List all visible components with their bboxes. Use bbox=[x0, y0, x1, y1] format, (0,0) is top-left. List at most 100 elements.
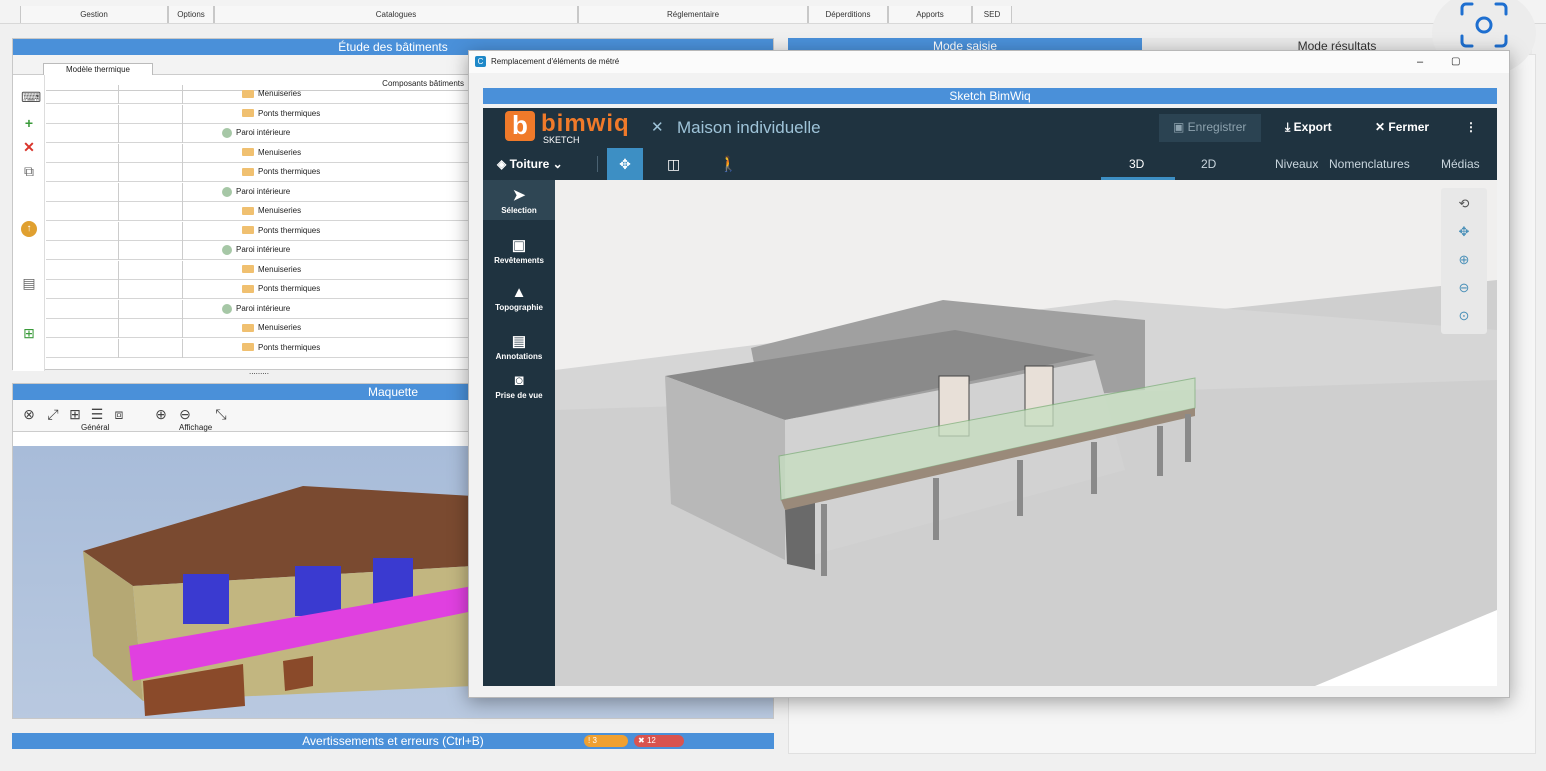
tree-row[interactable]: Paroi intérieure bbox=[46, 182, 476, 202]
move-tool-icon[interactable]: ✥ bbox=[607, 148, 643, 180]
close-button[interactable]: ✕ Fermer bbox=[1375, 120, 1429, 134]
tree-row[interactable]: Ponts thermiques bbox=[46, 221, 476, 241]
tree-folder-item: Ponts thermiques bbox=[242, 109, 320, 118]
composants-tree: Menuiseries Ponts thermiques Paroi intérie… bbox=[46, 85, 476, 375]
expand-icon[interactable]: ⤢ bbox=[45, 406, 61, 423]
save-button[interactable]: ▣ Enregistrer bbox=[1173, 120, 1246, 134]
zoom-in-icon[interactable]: ⊕ bbox=[1441, 252, 1487, 268]
menu-gestion[interactable]: Gestion bbox=[20, 6, 168, 23]
tree-row[interactable]: Ponts thermiques bbox=[46, 163, 476, 182]
tree-item-label: Menuiseries bbox=[258, 89, 302, 98]
tree-row[interactable]: Menuiseries bbox=[46, 319, 476, 338]
col-divider bbox=[182, 338, 183, 358]
add-tree-icon[interactable]: ⊞ bbox=[21, 325, 37, 341]
tree-item-label: Menuiseries bbox=[258, 206, 302, 215]
3d-viewport[interactable]: ⟲ ✥ ⊕ ⊖ ⊙ bbox=[555, 180, 1497, 686]
tree-row[interactable]: Paroi intérieure bbox=[46, 241, 476, 260]
cursor-icon: ➤ bbox=[512, 187, 526, 204]
tree-view-icon[interactable]: ⊞ bbox=[67, 406, 83, 423]
arrow-up-icon[interactable]: ↑ bbox=[21, 221, 37, 237]
list-icon[interactable]: ☰ bbox=[89, 406, 105, 423]
col-divider bbox=[118, 143, 119, 163]
viewport-tools: ⟲ ✥ ⊕ ⊖ ⊙ bbox=[1441, 188, 1487, 334]
menu-options[interactable]: Options bbox=[168, 6, 214, 23]
zoom-out-icon[interactable]: ⊖ bbox=[1441, 280, 1487, 296]
focus-icon[interactable]: ⊙ bbox=[1441, 308, 1487, 324]
menu-deperditions[interactable]: Déperditions bbox=[808, 6, 888, 23]
col-divider bbox=[118, 280, 119, 299]
tree-wall-item: Paroi intérieure bbox=[222, 186, 290, 197]
sidebar-revetements[interactable]: ▣ Revêtements bbox=[483, 236, 555, 265]
menu-catalogues[interactable]: Catalogues bbox=[214, 6, 578, 23]
tree-row[interactable]: Paroi intérieure bbox=[46, 299, 476, 319]
minimize-icon[interactable]: – bbox=[1417, 51, 1423, 73]
tab-3d[interactable]: 3D bbox=[1129, 157, 1144, 171]
collapse-icon[interactable]: ⤡ bbox=[213, 406, 229, 423]
menu-apports[interactable]: Apports bbox=[888, 6, 972, 23]
tree-row[interactable]: Menuiseries bbox=[46, 202, 476, 221]
tab-medias[interactable]: Médias bbox=[1441, 157, 1480, 171]
warnings-title: Avertissements et erreurs (Ctrl+B) bbox=[302, 734, 484, 748]
zoom-in-icon[interactable]: ⊕ bbox=[153, 406, 169, 423]
tab-modele-thermique[interactable]: Modèle thermique bbox=[43, 63, 153, 75]
sidebar-prise-de-vue[interactable]: ◙ Prise de vue bbox=[483, 372, 555, 400]
tree-row[interactable]: Ponts thermiques bbox=[46, 338, 476, 358]
zoom-out-icon[interactable]: ⊖ bbox=[177, 406, 193, 423]
close-x-icon: ✕ bbox=[1375, 120, 1389, 134]
bimwiq-app: b bimwiq SKETCH ✕ Maison individuelle ▣ … bbox=[483, 108, 1497, 686]
sidebar-selection[interactable]: ➤ Sélection bbox=[483, 186, 555, 215]
tree-item-label: Paroi intérieure bbox=[236, 128, 291, 138]
split-view-icon[interactable]: ◫ bbox=[667, 156, 680, 173]
tree-folder-item: Menuiseries bbox=[242, 265, 301, 274]
tree-item-label: Paroi intérieure bbox=[236, 245, 291, 255]
tree-folder-item: Menuiseries bbox=[242, 206, 301, 215]
layer-dropdown[interactable]: ◈ Toiture ⌄ bbox=[497, 157, 563, 171]
maximize-icon[interactable]: ▢ bbox=[1451, 51, 1460, 73]
tab-2d[interactable]: 2D bbox=[1201, 157, 1216, 171]
warning-badge[interactable]: ! 3 bbox=[584, 735, 628, 747]
col-divider bbox=[118, 338, 119, 358]
keyboard-icon[interactable]: ⌨ bbox=[21, 89, 41, 105]
col-divider bbox=[118, 221, 119, 241]
tree-row[interactable]: Menuiseries bbox=[46, 85, 476, 104]
export-button[interactable]: ⤓ Export bbox=[1285, 120, 1332, 135]
tree-row[interactable]: Menuiseries bbox=[46, 143, 476, 163]
tree-row[interactable]: Paroi intérieure bbox=[46, 124, 476, 143]
tree-row[interactable]: Menuiseries bbox=[46, 260, 476, 280]
menu-sed[interactable]: SED bbox=[972, 6, 1012, 23]
more-icon[interactable]: ⋮ bbox=[1465, 120, 1477, 134]
tree-wall-item: Paroi intérieure bbox=[222, 303, 290, 314]
walk-icon[interactable]: 🚶 bbox=[719, 155, 738, 173]
tree-row[interactable]: Ponts thermiques bbox=[46, 104, 476, 124]
col-divider bbox=[182, 143, 183, 163]
folder-icon bbox=[242, 226, 254, 235]
tree-row[interactable]: Ponts thermiques bbox=[46, 280, 476, 299]
save-icon: ▣ bbox=[1173, 120, 1188, 134]
tree-wall-item: Paroi intérieure bbox=[222, 128, 290, 138]
delete-icon[interactable]: ✕ bbox=[21, 139, 37, 155]
warnings-bar[interactable]: Avertissements et erreurs (Ctrl+B) ! 3 ✖… bbox=[12, 733, 774, 749]
error-badge[interactable]: ✖ 12 bbox=[634, 735, 684, 747]
tree-folder-item: Menuiseries bbox=[242, 89, 301, 98]
document-icon[interactable]: ▤ bbox=[21, 275, 37, 291]
fit-icon[interactable]: ⧈ bbox=[111, 406, 127, 423]
col-divider bbox=[182, 260, 183, 280]
select-icon[interactable]: ⧉ bbox=[21, 163, 37, 179]
close-icon[interactable]: ⊗ bbox=[21, 406, 37, 423]
rotate-icon[interactable]: ⟲ bbox=[1441, 196, 1487, 212]
tab-niveaux[interactable]: Niveaux bbox=[1275, 157, 1318, 171]
tree-folder-item: Menuiseries bbox=[242, 323, 301, 332]
warning-count: 3 bbox=[592, 736, 597, 745]
pan-icon[interactable]: ✥ bbox=[1441, 224, 1487, 240]
tab-nomenclatures[interactable]: Nomenclatures bbox=[1329, 157, 1410, 171]
tree-item-label: Ponts thermiques bbox=[258, 108, 321, 118]
add-icon[interactable]: + bbox=[21, 115, 37, 131]
folder-icon bbox=[242, 284, 254, 293]
edit-icon[interactable]: ✕ bbox=[651, 118, 664, 136]
menu-reglementaire[interactable]: Réglementaire bbox=[578, 6, 808, 23]
sidebar-topographie[interactable]: ▲ Topographie bbox=[483, 284, 555, 312]
col-divider bbox=[182, 202, 183, 221]
tree-toolbar: ⌨ + ✕ ⧉ ↑ ▤ ⊞ bbox=[13, 75, 45, 371]
folder-icon bbox=[242, 323, 254, 332]
sidebar-annotations[interactable]: ▤ Annotations bbox=[483, 332, 555, 361]
